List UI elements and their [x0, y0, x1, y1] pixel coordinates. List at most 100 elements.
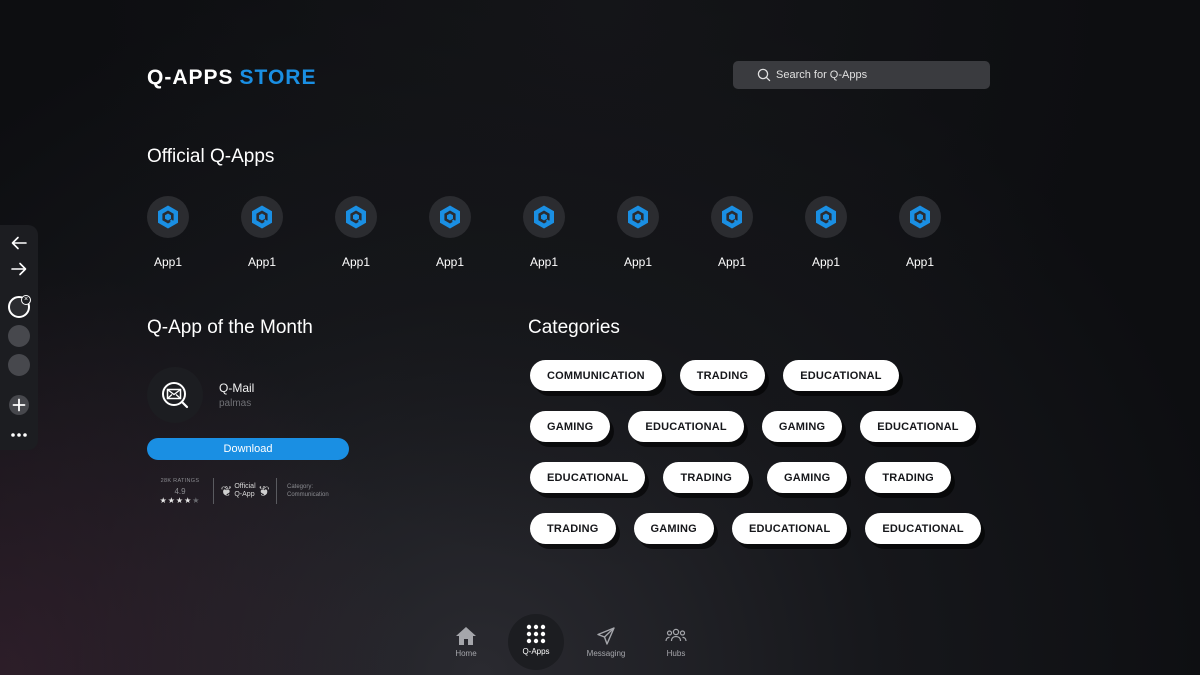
store-logo: Q-APPS STORE	[147, 66, 316, 90]
category-chip[interactable]: GAMING	[761, 411, 843, 442]
category-chip[interactable]: TRADING	[679, 360, 766, 391]
home-icon	[456, 627, 476, 645]
official-badge: ❦ Official Q-App ❦	[214, 483, 276, 499]
categories-title: Categories	[528, 317, 620, 338]
app-name: App1	[529, 255, 559, 269]
category-row: GAMING EDUCATIONAL GAMING EDUCATIONAL	[530, 411, 999, 442]
star-icon: ★	[192, 495, 201, 505]
category-chip[interactable]: TRADING	[663, 462, 749, 493]
category-chip[interactable]: EDUCATIONAL	[783, 360, 899, 391]
official-app-item[interactable]: App1	[711, 196, 805, 269]
official-app-item[interactable]: App1	[617, 196, 711, 269]
side-panel: ×	[0, 225, 38, 450]
nav-label: Messaging	[586, 649, 626, 658]
category-chip[interactable]: GAMING	[530, 411, 611, 442]
app-name: App1	[811, 255, 841, 269]
back-arrow-icon[interactable]	[7, 231, 31, 255]
qmail-app-icon[interactable]	[147, 367, 203, 423]
official-app-item[interactable]: App1	[899, 196, 993, 269]
category-row: TRADING GAMING EDUCATIONAL EDUCATIONAL	[530, 513, 999, 544]
add-tab-button[interactable]	[7, 393, 31, 417]
logo-text-accent: STORE	[239, 66, 317, 89]
logo-text-primary: Q-APPS	[147, 66, 234, 89]
send-icon	[597, 627, 615, 645]
tab-item[interactable]	[7, 353, 31, 377]
app-name: App1	[153, 255, 183, 269]
star-icon: ★	[175, 495, 185, 505]
star-icon: ★	[167, 495, 176, 505]
nav-label: Home	[455, 649, 477, 658]
app-of-month-title: Q-App of the Month	[147, 317, 313, 338]
qortal-app-icon[interactable]	[523, 196, 565, 238]
divider	[276, 478, 277, 504]
qortal-app-icon[interactable]	[147, 196, 189, 238]
search-input[interactable]	[776, 69, 976, 81]
app-name: App1	[435, 255, 465, 269]
qortal-app-icon[interactable]	[711, 196, 753, 238]
category-chip[interactable]: EDUCATIONAL	[628, 411, 744, 442]
mail-search-icon	[162, 382, 189, 409]
official-badge-line2: Q-App	[234, 491, 255, 498]
app-stats: 28K RATINGS 4.9 ★★★★★ ❦ Official Q-App ❦ …	[147, 476, 329, 506]
nav-messaging[interactable]: Messaging	[578, 614, 634, 668]
qortal-app-icon[interactable]	[335, 196, 377, 238]
official-app-item[interactable]: App1	[523, 196, 617, 269]
app-name: App1	[247, 255, 277, 269]
users-icon	[665, 628, 687, 642]
official-app-item[interactable]: App1	[429, 196, 523, 269]
category-block: Category: Communication	[287, 483, 329, 499]
category-chip[interactable]: EDUCATIONAL	[530, 462, 646, 493]
qortal-app-icon[interactable]	[899, 196, 941, 238]
nav-hubs[interactable]: Hubs	[648, 614, 704, 668]
ratings-count: 28K RATINGS	[160, 477, 200, 484]
forward-arrow-icon[interactable]	[7, 257, 31, 281]
star-icon: ★	[159, 495, 168, 505]
app-name: App1	[341, 255, 371, 269]
qortal-app-icon[interactable]	[241, 196, 283, 238]
category-label: Category:	[287, 484, 314, 490]
plus-icon	[9, 395, 29, 415]
nav-label: Q-Apps	[522, 647, 550, 656]
official-badge-line1: Official	[234, 483, 256, 490]
category-chip[interactable]: EDUCATIONAL	[865, 513, 981, 544]
month-app-developer: palmas	[219, 398, 252, 409]
search-icon	[757, 68, 771, 82]
nav-qapps[interactable]: Q-Apps	[508, 614, 564, 670]
category-chip[interactable]: EDUCATIONAL	[860, 411, 976, 442]
bottom-nav: Home Q-Apps Messaging Hubs	[438, 614, 718, 670]
rating-block: 28K RATINGS 4.9 ★★★★★	[147, 478, 213, 505]
category-chip[interactable]: TRADING	[530, 513, 616, 544]
more-icon[interactable]	[7, 423, 31, 447]
rating-value: 4.9	[174, 486, 186, 496]
nav-home[interactable]: Home	[438, 614, 494, 668]
month-app-name: Q-Mail	[219, 381, 255, 395]
official-apps-list: App1 App1 App1 App1 App1 App1 App1 App1 App1	[147, 196, 993, 269]
close-tab-icon[interactable]: ×	[21, 295, 31, 305]
category-row: EDUCATIONAL TRADING GAMING TRADING	[530, 462, 999, 493]
laurel-right-icon: ❦	[257, 483, 270, 499]
official-app-item[interactable]: App1	[805, 196, 899, 269]
category-chip[interactable]: GAMING	[766, 462, 848, 493]
app-name: App1	[717, 255, 747, 269]
download-button[interactable]: Download	[147, 438, 349, 460]
categories-grid: COMMUNICATION TRADING EDUCATIONAL GAMING EDU…	[530, 360, 999, 564]
category-chip[interactable]: EDUCATIONAL	[731, 513, 848, 544]
search-bar[interactable]	[733, 61, 990, 89]
tab-active[interactable]: ×	[7, 295, 31, 319]
category-chip[interactable]: TRADING	[865, 462, 951, 493]
official-app-item[interactable]: App1	[335, 196, 429, 269]
category-row: COMMUNICATION TRADING EDUCATIONAL	[530, 360, 999, 391]
laurel-left-icon: ❦	[220, 483, 233, 499]
official-app-item[interactable]: App1	[241, 196, 335, 269]
official-app-item[interactable]: App1	[147, 196, 241, 269]
qortal-app-icon[interactable]	[617, 196, 659, 238]
rating-stars: ★★★★★	[147, 496, 213, 505]
nav-label: Hubs	[666, 649, 686, 658]
qortal-app-icon[interactable]	[805, 196, 847, 238]
category-chip[interactable]: COMMUNICATION	[530, 360, 662, 391]
category-chip[interactable]: GAMING	[633, 513, 714, 544]
app-name: App1	[623, 255, 653, 269]
tab-item[interactable]	[7, 324, 31, 348]
qortal-app-icon[interactable]	[429, 196, 471, 238]
app-name: App1	[905, 255, 935, 269]
